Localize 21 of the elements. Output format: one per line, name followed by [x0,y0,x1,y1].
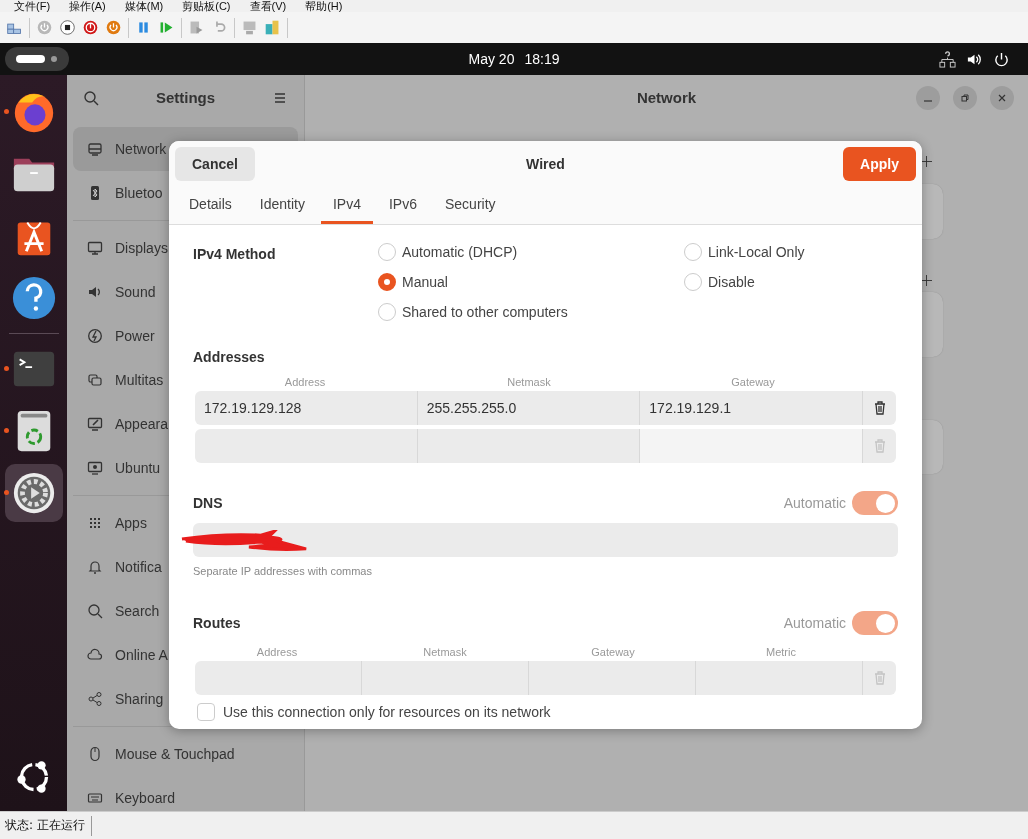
sidebar-title: Settings [155,89,216,106]
column-header: Metric [765,646,797,658]
field-value: 172.19.129.1 [649,400,732,416]
section-label: Addresses [193,349,266,365]
column-header: Netmask [422,646,468,658]
column-header: Address [255,646,299,658]
column-header: Gateway [590,646,636,658]
status-text: 状态: 正在运行 [5,817,85,834]
section-label: IPv4 Method [193,245,277,264]
section-label: Routes [193,615,241,631]
switch-label: Automatic [783,495,846,511]
dialog-title: Wired [526,156,565,172]
page-title: Network [636,89,697,106]
column-header: Address [283,376,327,388]
field-value: 255.255.255.0 [426,400,517,416]
field-value: 172.19.129.128 [204,400,302,416]
section-label: DNS [193,495,223,511]
hint-text: Separate IP addresses with commas [193,565,373,577]
column-header: Gateway [730,376,776,388]
column-header: Netmask [506,376,552,388]
switch-label: Automatic [783,615,846,631]
